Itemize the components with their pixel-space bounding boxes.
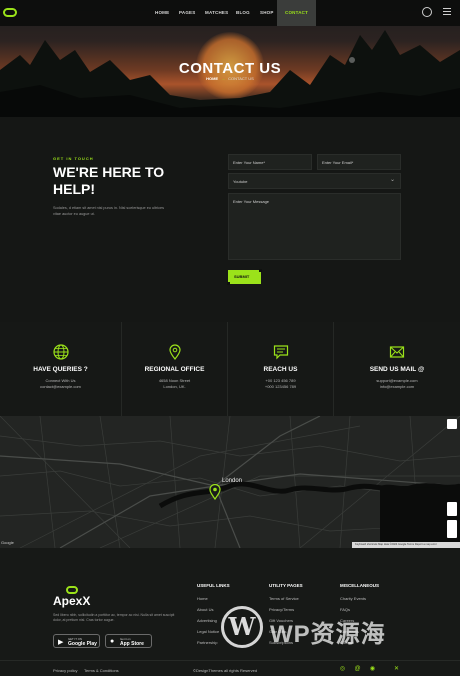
nav-shop[interactable]: SHOP — [260, 0, 274, 26]
info-cards: HAVE QUERIES ? Connect With Us contact@e… — [0, 322, 460, 416]
card-title: SEND US MAIL @ — [369, 366, 425, 373]
card-title: REGIONAL OFFICE — [144, 366, 205, 373]
chat-icon — [273, 345, 288, 360]
breadcrumb-separator: → — [221, 76, 226, 81]
card-line[interactable]: info@example.com — [334, 384, 460, 389]
footer-logo-icon — [66, 586, 78, 594]
card-title: HAVE QUERIES ? — [33, 366, 88, 373]
x-icon[interactable]: ✕ — [393, 666, 400, 673]
discord-icon[interactable]: ◉ — [369, 666, 376, 673]
info-card-reach: REACH US +00 123 456 789 +000 123456 789 — [228, 322, 334, 416]
section-headline: WE'RE HERE TO HELP! — [53, 164, 165, 197]
top-nav: HOME PAGES MATCHES BLOG SHOP CONTACT — [0, 0, 460, 26]
card-line[interactable]: contact@example.com — [0, 384, 121, 389]
mail-icon — [389, 346, 405, 358]
section-eyebrow: GET IN TOUCH — [53, 156, 94, 161]
submit-button[interactable]: SUBMIT — [227, 269, 262, 285]
app-store-button[interactable]: ● Get it on App Store — [105, 634, 152, 648]
globe-icon — [52, 344, 69, 360]
terms-link[interactable]: Terms & Conditions — [84, 668, 119, 673]
card-title: REACH US — [263, 366, 298, 373]
nav-contact[interactable]: CONTACT — [277, 0, 317, 26]
footer-col-title: UTILITY PAGES — [269, 583, 303, 588]
contact-section: GET IN TOUCH WE'RE HERE TO HELP! Sodales… — [0, 117, 460, 322]
breadcrumb-current: CONTACT US — [228, 76, 254, 81]
store-big-label: App Store — [120, 641, 144, 647]
privacy-link[interactable]: Privacy policy — [53, 668, 77, 673]
section-intro: Sodales, d etiam sit amet nisl purus in.… — [53, 206, 165, 216]
source-select[interactable]: Youtube — [228, 173, 401, 189]
card-line: +00 123 456 789 — [265, 378, 296, 383]
card-line: Connect With Us — [45, 378, 76, 383]
footer-link[interactable]: FAQs — [340, 607, 350, 612]
footer-bottom-bar: Privacy policy Terms & Conditions ©Desig… — [0, 660, 460, 676]
footer-link[interactable]: Advertising — [197, 618, 217, 623]
name-field[interactable]: Enter Your Name* — [228, 154, 312, 170]
google-play-icon: ▶ — [58, 639, 64, 646]
footer-link[interactable]: Home — [197, 596, 208, 601]
map-city-label: London — [222, 478, 243, 484]
store-big-label: Google Play — [68, 641, 97, 647]
page: CONTACT US HOME → CONTACT US HOME PAGES MA… — [0, 0, 460, 676]
google-logo: Google — [1, 540, 14, 545]
footer-col-title: USEFUL LINKS — [197, 583, 230, 588]
zoom-controls[interactable] — [447, 520, 457, 538]
footer-link[interactable]: Legal Notice — [197, 629, 219, 634]
watermark-text: WP资源海 — [270, 621, 386, 648]
footer-brand[interactable]: ApexX — [53, 594, 90, 608]
nav-matches[interactable]: MATCHES — [205, 0, 228, 26]
nav-home[interactable]: HOME — [155, 0, 169, 26]
location-pin-icon — [168, 344, 181, 360]
nav-pages[interactable]: PAGES — [179, 0, 195, 26]
info-card-mail: SEND US MAIL @ support@example.com info@… — [334, 322, 460, 416]
logo-icon[interactable] — [3, 8, 17, 17]
apple-icon: ● — [110, 638, 115, 645]
footer-link[interactable]: Terms of Service — [269, 596, 299, 601]
copyright: ©DesignThemes all rights Reserved — [193, 668, 258, 673]
map-marker-icon[interactable] — [209, 484, 221, 500]
breadcrumb-home[interactable]: HOME — [206, 76, 218, 81]
footer-col-title: MISCELLANEOUS — [340, 583, 380, 588]
menu-icon[interactable] — [443, 6, 453, 16]
message-field[interactable]: Enter Your Message — [228, 193, 401, 260]
footer-link[interactable]: Partnership — [197, 640, 217, 645]
search-icon[interactable] — [422, 7, 432, 17]
watermark-logo: W — [221, 606, 263, 648]
card-line: +000 123456 789 — [264, 384, 297, 389]
footer-description: Sed libero nibh, sollicitudin a porttito… — [53, 613, 175, 622]
card-line[interactable]: support@example.com — [334, 378, 460, 383]
footer-link[interactable]: Charity Events — [340, 596, 366, 601]
card-line: London, UK. — [163, 384, 186, 389]
fullscreen-icon[interactable] — [447, 419, 457, 429]
nav-blog[interactable]: BLOG — [236, 0, 250, 26]
info-card-queries: HAVE QUERIES ? Connect With Us contact@e… — [0, 322, 122, 416]
breadcrumb: HOME → CONTACT US — [0, 76, 460, 81]
footer-link[interactable]: Privacy/Terms — [269, 607, 294, 612]
email-field[interactable]: Enter Your Email* — [317, 154, 401, 170]
instagram-icon[interactable]: ◎ — [339, 666, 346, 673]
info-card-office: REGIONAL OFFICE 4658 Noon Street London,… — [122, 322, 228, 416]
street-view-icon[interactable] — [447, 502, 457, 516]
card-line: 4658 Noon Street — [158, 378, 191, 383]
page-title: CONTACT US — [178, 60, 282, 77]
google-play-button[interactable]: ▶ GET IT ON Google Play — [53, 634, 100, 648]
threads-icon[interactable]: @ — [354, 666, 361, 673]
map-embed[interactable]: London Google Keyboard shortcuts Map dat… — [0, 416, 460, 548]
footer-link[interactable]: About Us — [197, 607, 213, 612]
